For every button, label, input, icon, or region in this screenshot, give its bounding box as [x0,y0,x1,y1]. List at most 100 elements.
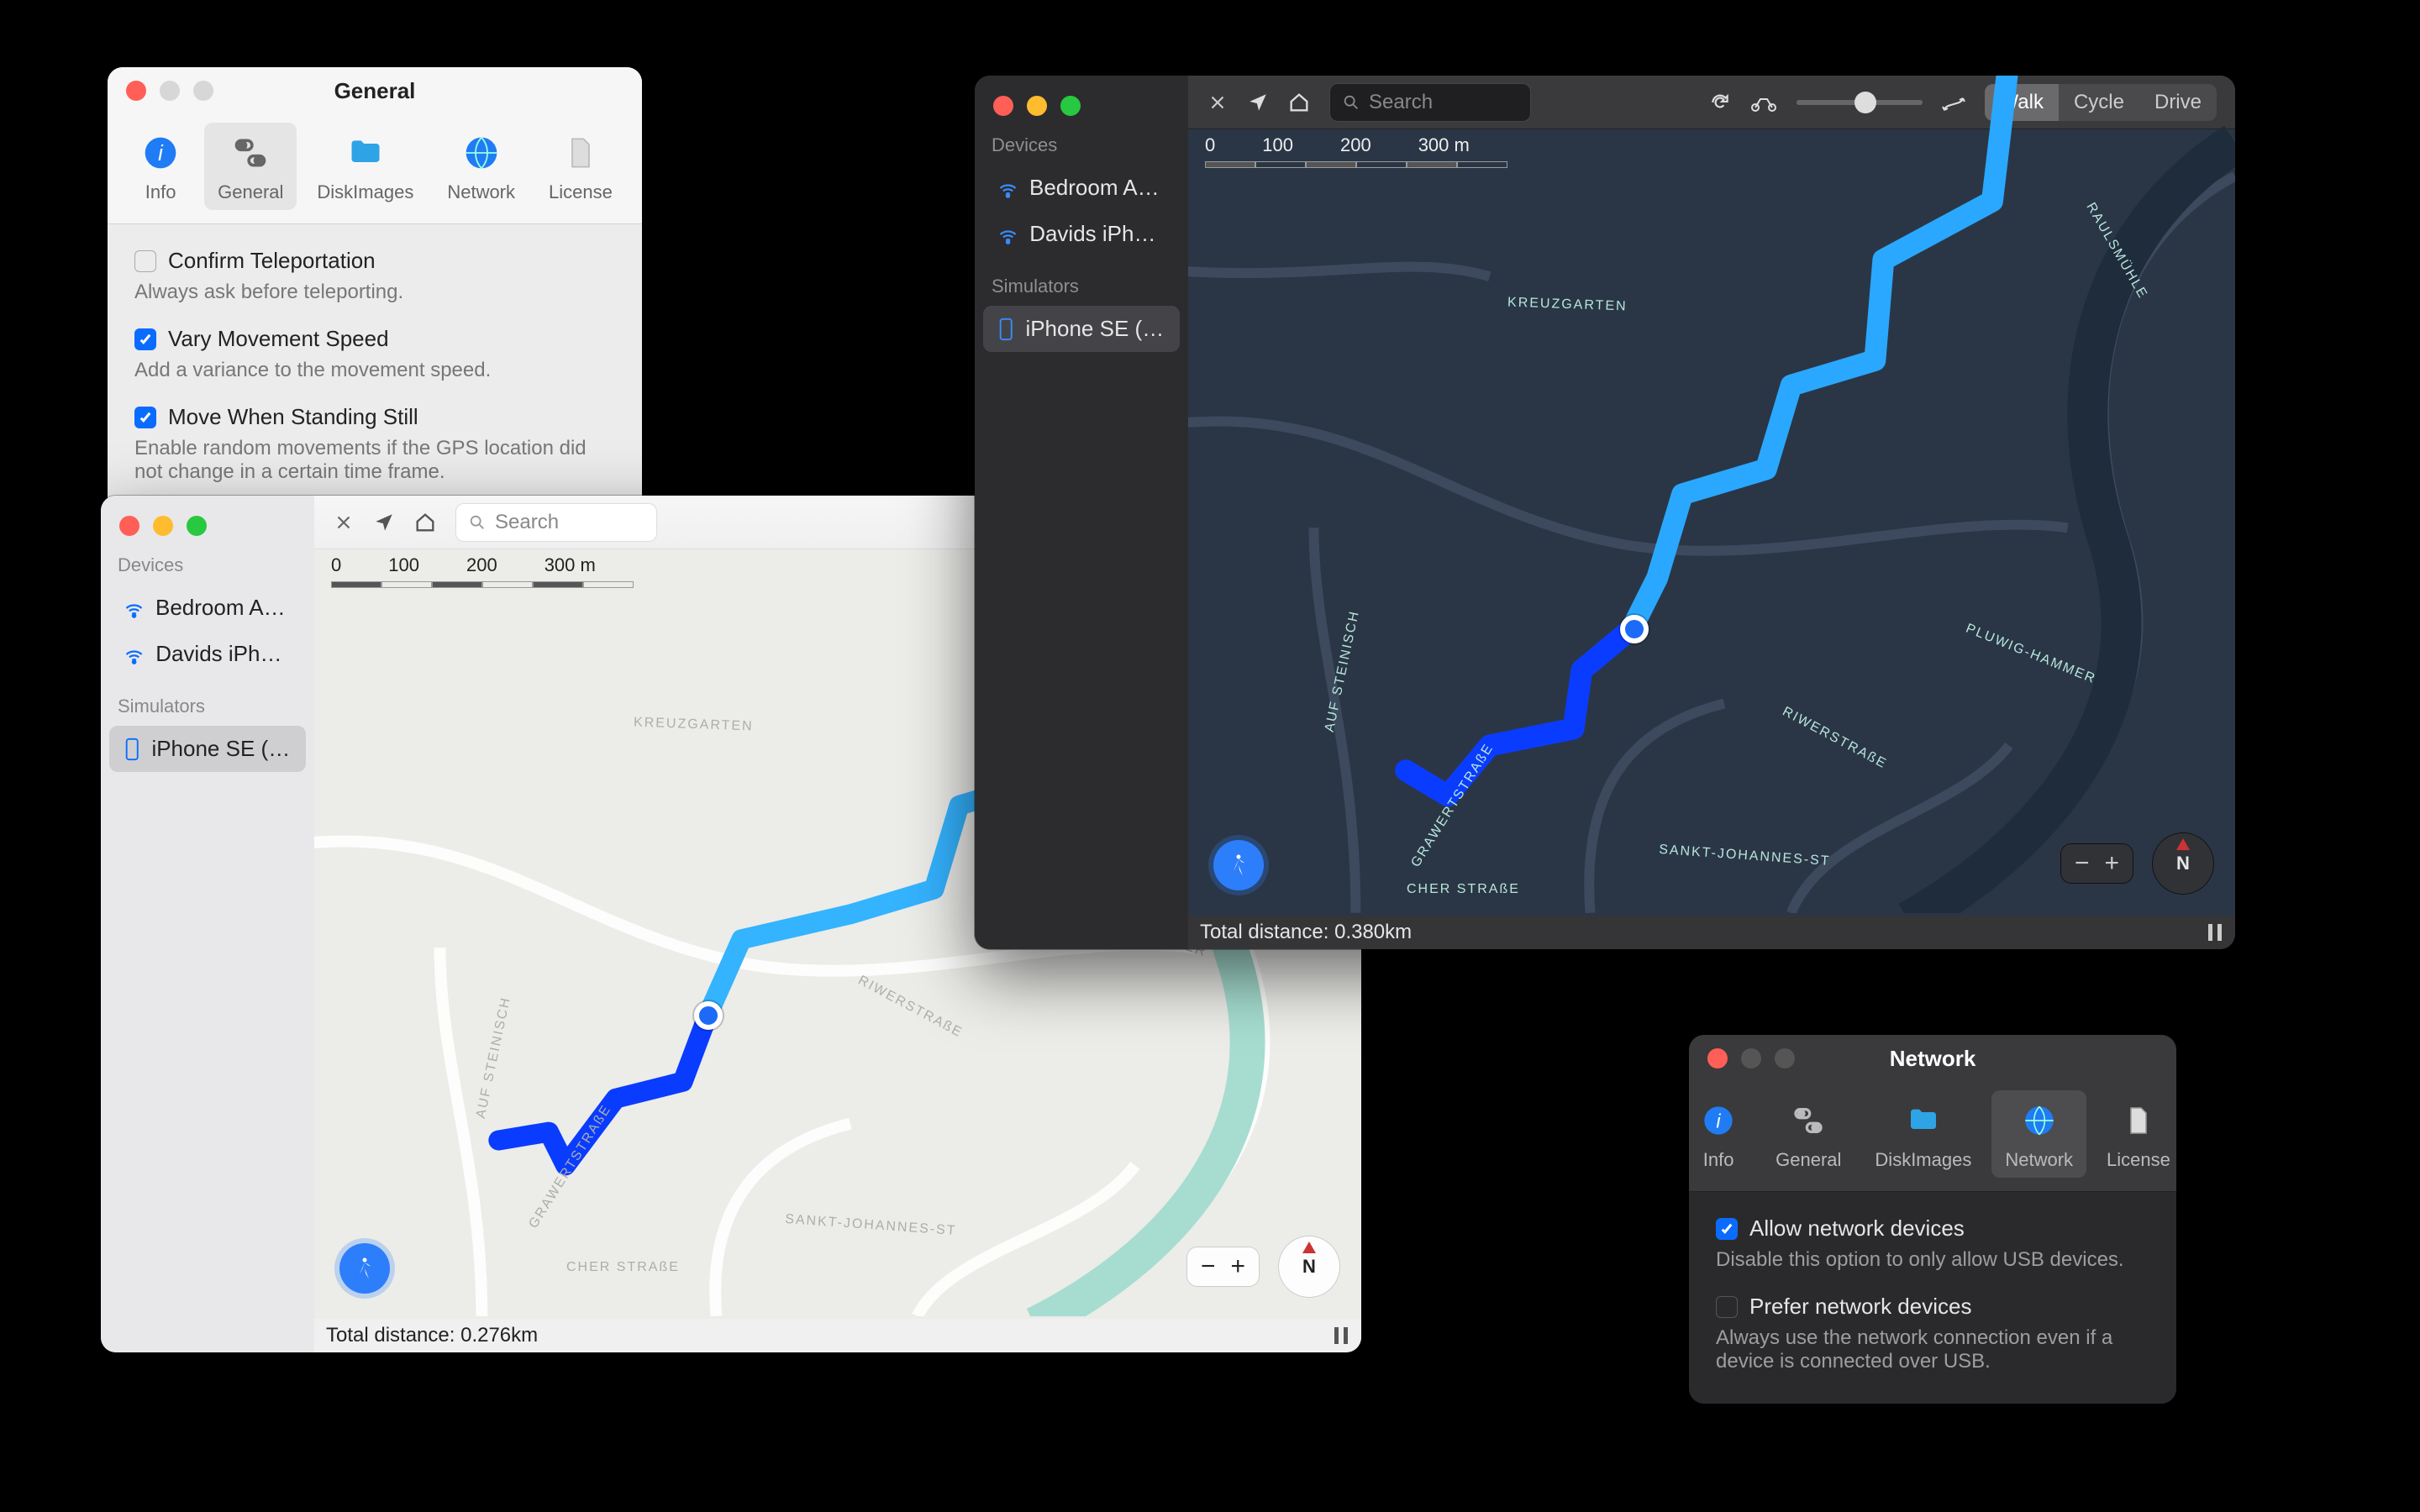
pref-tab-diskimages[interactable]: DiskImages [1861,1090,1985,1178]
zoom-out-button[interactable]: − [2075,849,2090,878]
sidebar-item-device[interactable]: Bedroom Ap… [983,165,1180,211]
option-description: Always use the network connection even i… [1716,1326,2149,1373]
pref-tab-license[interactable]: License [535,123,626,210]
pref-tabs: i Info General DiskImages Network [108,114,642,224]
map-canvas[interactable]: Search Walk Cycle Drive 0 100 200 300 m [1188,76,2235,916]
general-prefs-window: General i Info General DiskImages Networ… [108,67,642,514]
checkbox[interactable] [1716,1218,1738,1240]
window-title: General [108,67,642,114]
option-description: Enable random movements if the GPS locat… [134,437,615,484]
zoom-in-button[interactable]: + [1230,1252,1245,1281]
pref-tab-label: License [2107,1149,2170,1171]
sidebar-section-simulators: Simulators [101,677,314,726]
compass[interactable]: N [1279,1236,1339,1297]
walk-mode-badge[interactable] [1213,840,1264,890]
sidebar-item-simulator[interactable]: iPhone SE (3… [109,726,306,772]
zoom-button[interactable] [187,516,207,536]
walking-icon [352,1256,377,1281]
pref-option-allow-network-devices[interactable]: Allow network devices [1716,1215,2149,1242]
map-roads [1188,76,2235,913]
pref-tab-network[interactable]: Network [434,123,529,210]
pref-body: Confirm Teleportation Always ask before … [108,224,642,514]
pause-button[interactable] [1333,1326,1349,1346]
wifi-icon [123,643,145,666]
close-button[interactable] [119,516,139,536]
sidebar-item-simulator[interactable]: iPhone SE (3… [983,306,1180,352]
folder-icon [342,129,389,176]
street-label: CHER STRAßE [1407,882,1520,897]
close-button[interactable] [993,96,1013,116]
zoom-in-button[interactable]: + [2104,849,2119,878]
pref-option-prefer-network-devices[interactable]: Prefer network devices [1716,1294,2149,1320]
pref-tab-general[interactable]: General [1762,1090,1854,1178]
pref-tab-label: Network [2005,1149,2073,1171]
option-description: Disable this option to only allow USB de… [1716,1248,2149,1272]
sidebar-section-simulators: Simulators [975,257,1188,306]
pref-tab-label: DiskImages [317,181,413,203]
sidebar-item-label: iPhone SE (3… [1025,316,1166,342]
pref-tab-label: General [1776,1149,1841,1171]
zoom-button[interactable] [1060,96,1081,116]
option-label: Confirm Teleportation [168,248,376,274]
total-distance: Total distance: 0.276km [326,1324,538,1347]
sidebar-item-label: Bedroom Ap… [1029,175,1166,201]
info-icon: i [1695,1097,1742,1144]
sidebar-item-device[interactable]: Davids iPhone [983,211,1180,257]
checkbox[interactable] [1716,1296,1738,1318]
pref-tab-network[interactable]: Network [1991,1090,2086,1178]
option-label: Vary Movement Speed [168,326,389,352]
switches-icon [1785,1097,1832,1144]
street-label: CHER STRAßE [566,1260,680,1275]
folder-icon [1900,1097,1947,1144]
globe-icon [2016,1097,2063,1144]
checkbox[interactable] [134,328,156,350]
globe-icon [458,129,505,176]
current-location-marker [694,1001,723,1030]
traffic-lights [101,496,314,536]
option-label: Move When Standing Still [168,404,418,430]
sidebar-item-device[interactable]: Davids iPhone [109,631,306,677]
minimize-button[interactable] [153,516,173,536]
option-label: Allow network devices [1749,1215,1965,1242]
walking-icon [1226,853,1251,878]
network-prefs-window: Network i Info General DiskImages Networ… [1689,1035,2176,1404]
pref-tab-info[interactable]: i Info [1689,1090,1755,1178]
window-title: Network [1689,1035,2176,1082]
sidebar: Devices Bedroom Ap… Davids iPhone Simula… [975,76,1188,949]
sidebar-item-label: Bedroom Ap… [155,595,292,621]
pref-tab-label: General [218,181,283,203]
pause-button[interactable] [2207,922,2223,942]
zoom-out-button[interactable]: − [1201,1252,1216,1281]
pref-body: Allow network devices Disable this optio… [1689,1192,2176,1404]
minimize-button[interactable] [1027,96,1047,116]
option-description: Add a variance to the movement speed. [134,359,615,382]
pref-tab-general[interactable]: General [204,123,297,210]
compass[interactable]: N [2153,833,2213,894]
total-distance: Total distance: 0.380km [1200,921,1412,944]
titlebar[interactable]: General [108,67,642,114]
info-icon: i [137,129,184,176]
pref-tab-info[interactable]: i Info [124,123,197,210]
sidebar-section-devices: Devices [975,116,1188,165]
wifi-icon [997,223,1019,246]
walk-mode-badge[interactable] [339,1243,390,1294]
zoom-controls: − + [2061,844,2133,883]
pref-tab-license[interactable]: License [2093,1090,2176,1178]
titlebar[interactable]: Network [1689,1035,2176,1082]
zoom-controls: − + [1187,1247,1259,1286]
pref-tab-diskimages[interactable]: DiskImages [303,123,427,210]
checkbox[interactable] [134,407,156,428]
document-icon [2115,1097,2162,1144]
traffic-lights [975,76,1188,116]
sidebar-section-devices: Devices [101,536,314,585]
pref-option-move-standing-still[interactable]: Move When Standing Still [134,404,615,430]
pref-option-vary-movement-speed[interactable]: Vary Movement Speed [134,326,615,352]
checkbox[interactable] [134,250,156,272]
sidebar-item-device[interactable]: Bedroom Ap… [109,585,306,631]
pref-option-confirm-teleportation[interactable]: Confirm Teleportation [134,248,615,274]
sidebar-item-label: Davids iPhone [1029,221,1166,247]
pref-tab-label: Info [145,181,176,203]
switches-icon [227,129,274,176]
pref-tab-label: DiskImages [1875,1149,1971,1171]
sidebar-item-label: Davids iPhone [155,641,292,667]
